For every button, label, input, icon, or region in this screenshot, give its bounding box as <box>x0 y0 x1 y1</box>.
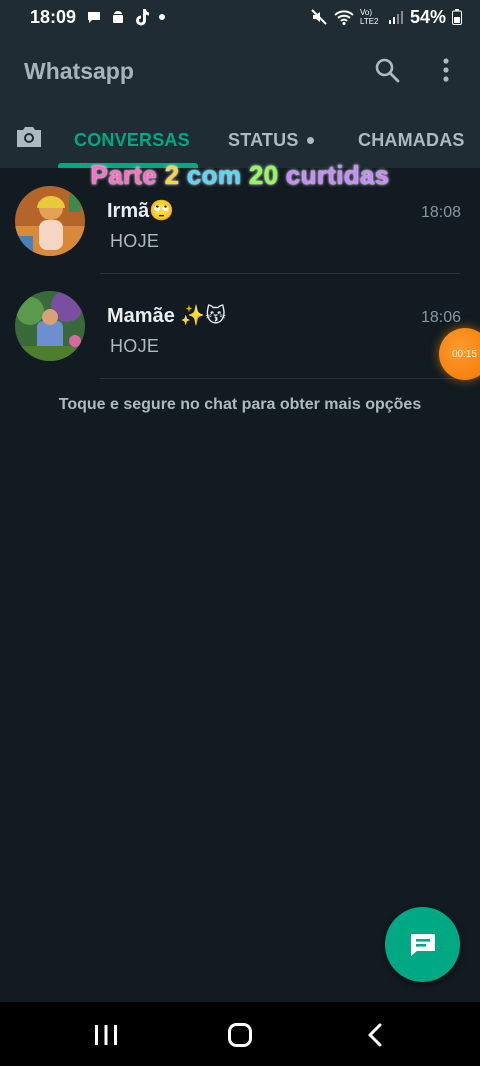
caption-word: 2 <box>164 160 180 190</box>
battery-icon <box>452 9 462 25</box>
search-button[interactable] <box>369 52 405 88</box>
recording-timer: 00:15 <box>452 348 478 360</box>
back-button[interactable] <box>355 1018 395 1052</box>
avatar-image <box>15 291 85 361</box>
search-icon <box>375 58 400 83</box>
chat-name: Mamãe ✨😽 <box>107 305 227 327</box>
status-bar: 18:09 Vo) LTE2 54% <box>0 0 480 34</box>
signal-icon <box>388 11 403 24</box>
tab-status-label: STATUS <box>228 130 299 150</box>
new-chat-icon <box>410 933 435 956</box>
home-button[interactable] <box>220 1018 260 1052</box>
status-update-dot <box>306 137 314 144</box>
tab-status[interactable]: STATUS <box>228 130 314 151</box>
tab-camera[interactable] <box>14 124 44 155</box>
camera-icon <box>17 127 41 147</box>
avatar-image <box>15 186 85 256</box>
tab-conversas[interactable]: CONVERSAS <box>74 130 190 151</box>
battery-percent: 54% <box>409 6 446 27</box>
more-options-button[interactable] <box>428 52 464 88</box>
caption-word: 20 <box>248 160 279 190</box>
divider <box>100 273 460 274</box>
dot-icon <box>159 14 166 20</box>
more-vert-icon <box>443 58 449 82</box>
home-icon <box>228 1023 252 1047</box>
chat-row-mamae[interactable]: Mamãe ✨😽 18:06 HOJE <box>0 275 480 379</box>
system-nav-bar <box>0 1002 480 1066</box>
avatar[interactable] <box>15 186 85 256</box>
long-press-hint: Toque e segure no chat para obter mais o… <box>58 396 422 413</box>
chat-preview: HOJE <box>110 336 160 356</box>
chat-time: 18:08 <box>420 204 461 221</box>
avatar[interactable] <box>15 291 85 361</box>
caption-word: com <box>186 160 242 190</box>
android-icon <box>113 11 124 23</box>
caption-word: Parte <box>90 160 158 190</box>
status-time: 18:09 <box>30 6 77 27</box>
divider <box>100 378 460 379</box>
tiktok-icon <box>136 9 150 26</box>
chat-bubble-icon <box>88 12 101 23</box>
network-type: Vo) LTE2 <box>359 8 379 26</box>
new-chat-button[interactable] <box>385 907 460 982</box>
chat-name: Irmã🙄 <box>107 200 175 222</box>
app-title: Whatsapp <box>24 58 134 84</box>
back-icon <box>368 1023 382 1047</box>
chat-time: 18:06 <box>420 309 461 326</box>
recents-icon <box>95 1025 117 1045</box>
mute-icon <box>311 9 327 25</box>
video-overlay-caption: Parte 2 com 20 curtidas <box>0 160 480 191</box>
recents-button[interactable] <box>86 1018 126 1052</box>
notification-icons <box>86 8 166 26</box>
chat-preview: HOJE <box>110 231 160 251</box>
wifi-icon <box>334 10 354 25</box>
app-bar: Whatsapp <box>0 34 480 110</box>
tab-chamadas[interactable]: CHAMADAS <box>358 130 465 151</box>
system-icons: Vo) LTE2 54% <box>310 0 462 34</box>
caption-word: curtidas <box>285 160 390 190</box>
